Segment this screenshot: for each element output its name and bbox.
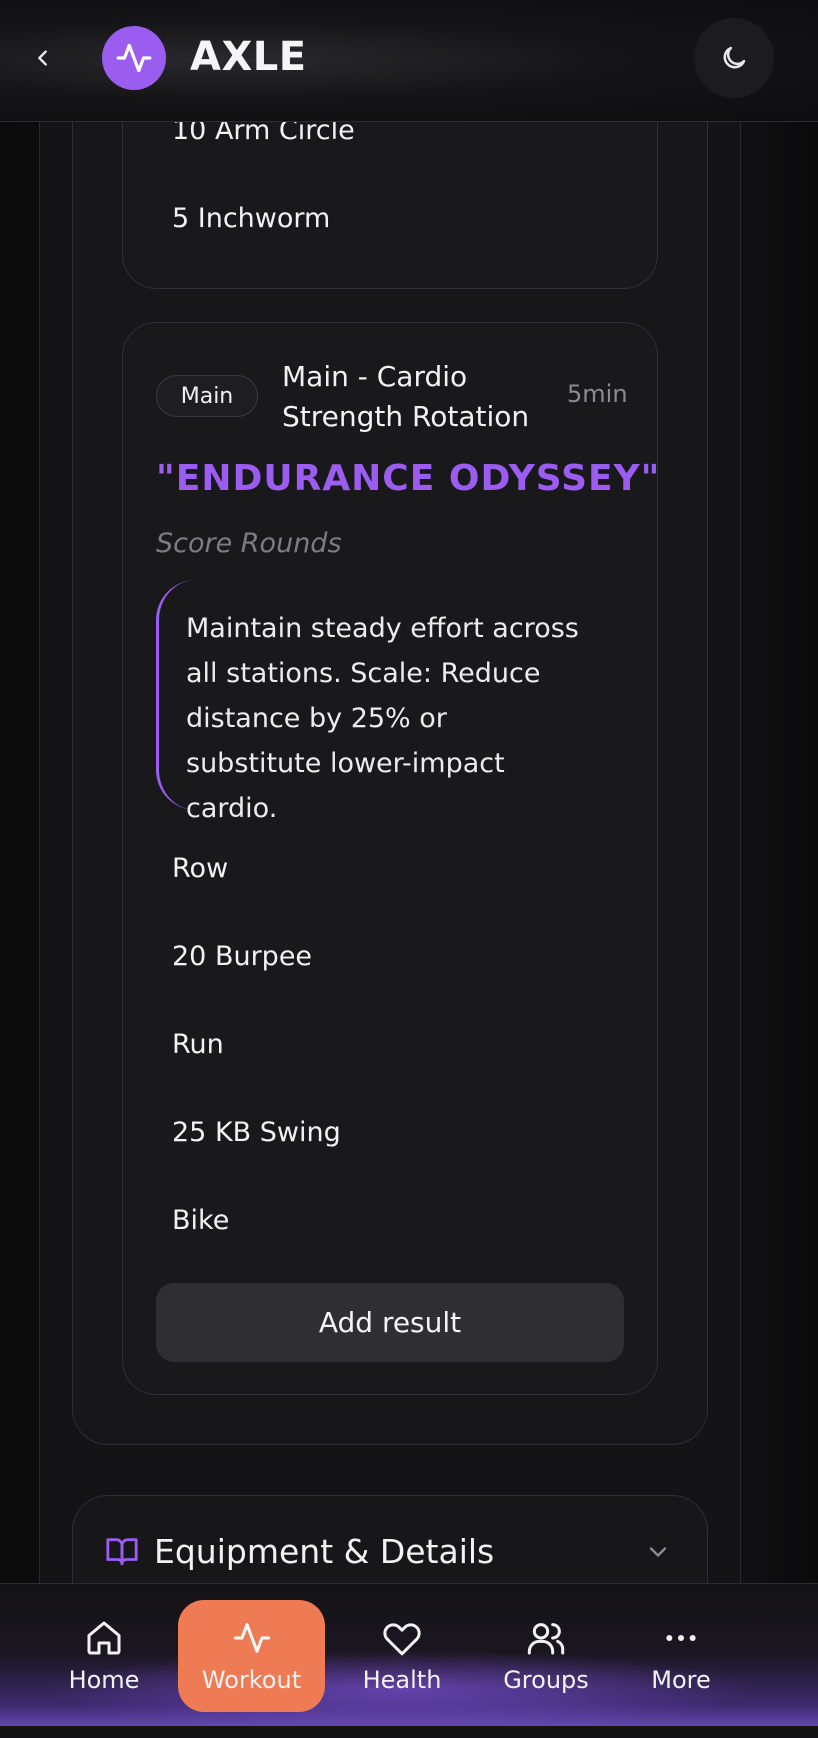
chevron-left-icon — [38, 50, 47, 66]
nav-item-home[interactable]: Home — [60, 1600, 148, 1712]
home-icon — [87, 1621, 121, 1655]
section-duration: 5min — [567, 380, 628, 408]
right-gutter — [741, 0, 818, 1738]
chevron-down-icon[interactable] — [644, 1538, 672, 1566]
nav-label: Groups — [503, 1666, 589, 1694]
exercise-item: Run — [172, 1029, 224, 1060]
exercise-item: Row — [172, 853, 229, 884]
moon-icon — [723, 46, 746, 69]
coach-note: Maintain steady effort across all statio… — [156, 580, 586, 824]
warmup-item: 5 Inchworm — [172, 203, 331, 234]
more-icon — [666, 1635, 696, 1641]
exercise-item: 25 KB Swing — [172, 1117, 341, 1148]
nav-label: Health — [362, 1666, 442, 1694]
exercise-item: 20 Burpee — [172, 941, 313, 972]
back-button[interactable] — [28, 38, 58, 78]
book-open-icon — [106, 1538, 138, 1566]
score-type: Score Rounds — [156, 528, 342, 559]
nav-item-groups[interactable]: Groups — [496, 1600, 596, 1712]
section-badge: Main — [156, 375, 258, 417]
nav-item-more[interactable]: More — [640, 1600, 722, 1712]
left-gutter — [0, 0, 39, 1738]
theme-toggle-button[interactable] — [694, 18, 774, 98]
nav-item-workout[interactable]: Workout — [178, 1600, 325, 1712]
exercise-item: Bike — [172, 1205, 230, 1236]
nav-label: Workout — [201, 1666, 302, 1694]
activity-icon — [233, 1623, 270, 1653]
workout-title: "ENDURANCE ODYSSEY" — [156, 458, 661, 499]
activity-icon — [116, 43, 152, 73]
app-title: AXLE — [190, 34, 307, 80]
users-icon — [527, 1623, 565, 1655]
app-logo — [102, 26, 166, 90]
nav-label: More — [651, 1666, 711, 1694]
bottom-edge — [0, 1726, 818, 1738]
section-name: Main - Cardio Strength Rotation — [282, 360, 530, 433]
nav-label: Home — [68, 1666, 140, 1694]
heart-icon — [383, 1623, 421, 1656]
app-header: AXLE — [0, 0, 818, 122]
add-result-button[interactable]: Add result — [156, 1283, 624, 1362]
nav-item-health[interactable]: Health — [356, 1600, 448, 1712]
equipment-label: Equipment & Details — [154, 1532, 495, 1571]
